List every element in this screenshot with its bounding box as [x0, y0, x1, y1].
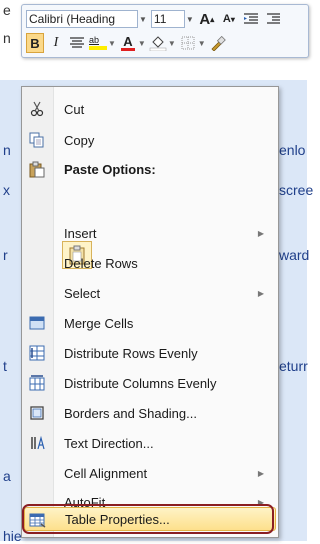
menu-item-label: Cell Alignment — [64, 465, 148, 481]
menu-item-select[interactable]: Select ▶ — [24, 281, 276, 305]
border-grid-icon — [181, 36, 195, 50]
context-menu: Cut Copy Paste Options: Insert ▶ Delete … — [21, 86, 279, 538]
menu-item-label: Borders and Shading... — [64, 405, 197, 421]
mini-toolbar-row-1: Calibri (Heading ▼ 11 ▼ A ▴ A ▾ — [26, 8, 282, 30]
grow-font-icon: A — [199, 10, 211, 28]
menu-item-label: Insert — [64, 225, 97, 241]
font-name-value: Calibri (Heading — [29, 12, 116, 26]
menu-item-label: Cut — [64, 101, 85, 117]
menu-item-merge-cells[interactable]: Merge Cells — [24, 311, 276, 335]
menu-item-insert[interactable]: Insert ▶ — [24, 221, 276, 245]
highlight-dropdown-arrow-icon[interactable]: ▼ — [108, 39, 116, 48]
copy-icon — [28, 131, 46, 149]
mini-toolbar-row-2: B I ab ▼ A ▼ ▼ ▼ — [26, 32, 227, 54]
doc-fragment: a — [3, 468, 11, 484]
doc-fragment: x — [3, 182, 10, 198]
doc-fragment: scree — [279, 182, 314, 198]
paste-icon — [28, 160, 46, 178]
menu-item-borders-shading[interactable]: Borders and Shading... — [24, 401, 276, 425]
italic-icon: I — [53, 35, 59, 50]
format-painter-button[interactable] — [209, 33, 227, 53]
italic-button[interactable]: I — [47, 33, 65, 53]
shrink-font-icon: A — [222, 13, 231, 25]
menu-item-label: Text Direction... — [64, 435, 154, 451]
decrease-indent-icon — [243, 13, 258, 24]
scissors-icon — [28, 100, 46, 118]
increase-indent-button[interactable] — [264, 9, 282, 29]
decrease-indent-button[interactable] — [242, 9, 260, 29]
menu-item-cell-alignment[interactable]: Cell Alignment ▶ — [24, 461, 276, 485]
borders-button[interactable] — [179, 33, 197, 53]
mini-toolbar: Calibri (Heading ▼ 11 ▼ A ▴ A ▾ B I ab ▼… — [21, 4, 309, 58]
menu-item-label: Copy — [64, 132, 95, 148]
menu-item-label: Distribute Columns Evenly — [64, 375, 217, 391]
menu-item-copy[interactable]: Copy — [24, 128, 276, 152]
font-color-icon: A — [123, 33, 133, 49]
highlight-color-button[interactable]: ab — [89, 33, 107, 53]
menu-item-distribute-rows[interactable]: Distribute Rows Evenly — [24, 341, 276, 365]
borders-dropdown-arrow-icon[interactable]: ▼ — [198, 39, 206, 48]
bold-button[interactable]: B — [26, 33, 44, 53]
highlight-icon: ab — [89, 36, 107, 50]
doc-fragment: ward — [279, 247, 310, 263]
format-painter-icon — [211, 35, 226, 51]
borders-icon — [28, 404, 46, 422]
menu-item-label: Delete Rows — [64, 255, 138, 271]
font-color-button[interactable]: A — [119, 33, 137, 53]
submenu-arrow-icon: ▶ — [257, 228, 264, 238]
doc-fragment: r — [3, 247, 8, 263]
submenu-arrow-icon: ▶ — [257, 288, 264, 298]
menu-item-paste-options-header: Paste Options: — [24, 157, 276, 181]
menu-item-label: Merge Cells — [64, 315, 134, 331]
font-color-dropdown-arrow-icon[interactable]: ▼ — [138, 39, 146, 48]
font-size-dropdown[interactable]: 11 — [150, 10, 185, 28]
shading-button[interactable] — [149, 33, 167, 53]
paint-bucket-icon — [149, 36, 167, 51]
menu-item-cut[interactable]: Cut — [24, 97, 276, 121]
font-size-dropdown-arrow-icon[interactable]: ▼ — [186, 15, 194, 24]
font-size-value: 11 — [153, 12, 167, 26]
menu-item-label: Paste Options: — [64, 161, 156, 177]
shrink-font-button[interactable]: A ▾ — [220, 9, 238, 29]
doc-fragment: e — [3, 2, 11, 18]
submenu-arrow-icon: ▶ — [257, 468, 264, 478]
doc-fragment: eturr — [279, 358, 308, 374]
distribute-rows-icon — [28, 344, 46, 362]
highlight-outline — [22, 504, 274, 534]
text-direction-icon — [28, 434, 46, 452]
increase-indent-icon — [266, 13, 280, 24]
font-name-dropdown-arrow-icon[interactable]: ▼ — [139, 15, 147, 24]
shading-dropdown-arrow-icon[interactable]: ▼ — [168, 39, 176, 48]
doc-fragment: t — [3, 358, 7, 374]
center-align-button[interactable] — [68, 33, 86, 53]
bold-icon: B — [30, 35, 40, 51]
menu-item-delete-rows[interactable]: Delete Rows — [24, 251, 276, 275]
doc-fragment: enlo — [279, 142, 306, 158]
highlight-label: ab — [89, 35, 100, 45]
doc-fragment: hie — [3, 528, 22, 544]
font-name-dropdown[interactable]: Calibri (Heading — [26, 10, 138, 28]
menu-item-label: Distribute Rows Evenly — [64, 345, 198, 361]
grow-font-button[interactable]: A ▴ — [198, 9, 216, 29]
menu-item-text-direction[interactable]: Text Direction... — [24, 431, 276, 455]
menu-item-label: Select — [64, 285, 101, 301]
doc-fragment: n — [3, 30, 11, 46]
center-align-icon — [70, 37, 84, 48]
doc-fragment: n — [3, 142, 11, 158]
menu-item-distribute-columns[interactable]: Distribute Columns Evenly — [24, 371, 276, 395]
merge-cells-icon — [28, 314, 46, 332]
distribute-columns-icon — [28, 374, 46, 392]
